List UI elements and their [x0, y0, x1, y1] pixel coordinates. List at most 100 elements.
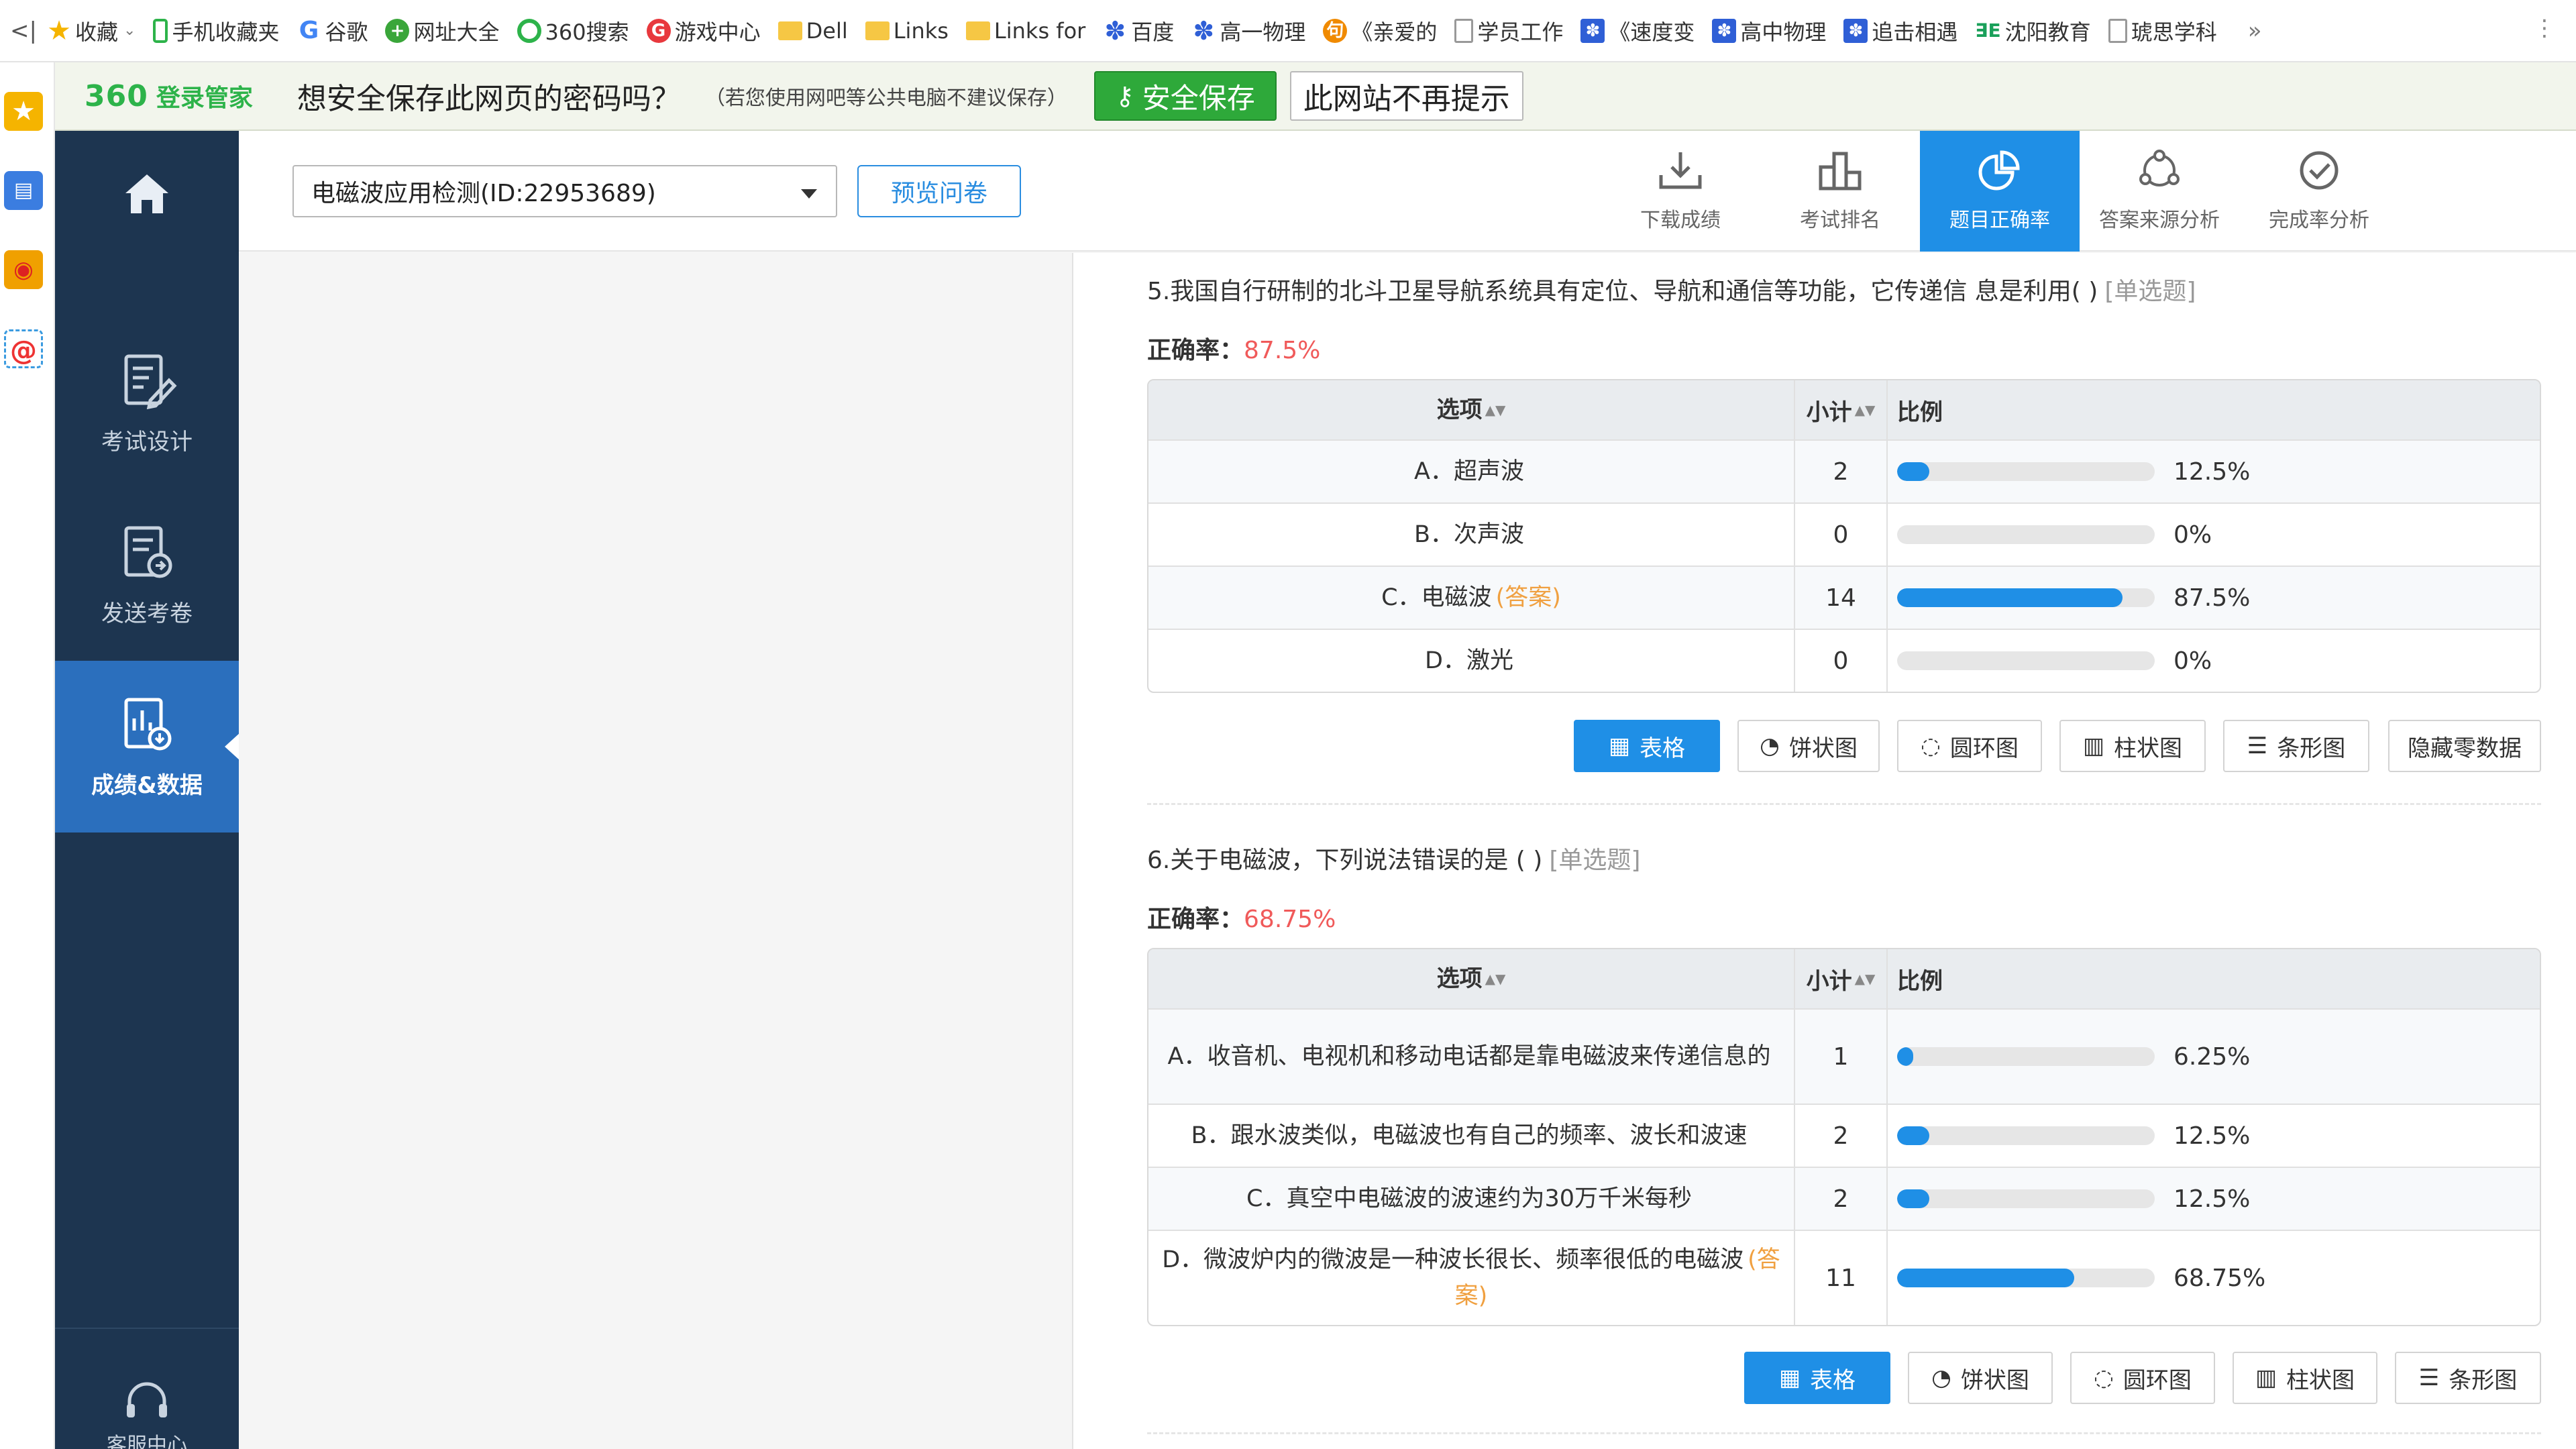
sort-icon: ▲▼	[1854, 402, 1876, 418]
question-divider	[1147, 803, 2541, 805]
table-header: 选项 ▲▼ 小计 ▲▼ 比例	[1148, 380, 2540, 439]
chart-type-buttons: ▦ 表格 ◔ 饼状图 ◌ 圆环图 ▥ 柱状图 ☰ 条形图	[1147, 1352, 2541, 1404]
check-circle-icon	[2300, 151, 2339, 190]
ratio-cell: 0%	[1888, 630, 2540, 692]
bookmark-item[interactable]: 手机收藏夹	[153, 15, 279, 46]
pie-view-button[interactable]: ◔ 饼状图	[1908, 1352, 2053, 1404]
table-icon: ▦	[1608, 733, 1631, 759]
favorites-star-icon[interactable]: ★	[4, 92, 43, 131]
tab-answer-source[interactable]: 答案来源分析	[2080, 131, 2239, 252]
progress-track	[1897, 1189, 2155, 1208]
sort-icon: ▲▼	[1485, 401, 1506, 418]
home-button[interactable]	[55, 131, 239, 257]
home-icon	[125, 174, 168, 213]
bookmark-item[interactable]: 句《亲爱的	[1323, 15, 1437, 46]
hide-zero-button[interactable]: 隐藏零数据	[2388, 720, 2541, 772]
survey-select[interactable]: 电磁波应用检测(ID:22953689)	[292, 165, 837, 217]
mail-icon[interactable]: @	[4, 329, 43, 368]
table-row: D．微波炉内的微波是一种波长很长、频率很低的电磁波 (答案) 11 68.75%	[1148, 1230, 2540, 1325]
more-bookmarks-icon[interactable]: »	[2248, 17, 2262, 44]
safe-save-button[interactable]: ⚷ 安全保存	[1093, 71, 1277, 121]
ratio-cell: 87.5%	[1888, 567, 2540, 629]
ratio-cell: 6.25%	[1888, 1010, 2540, 1104]
save-note: （若您使用网吧等公共电脑不建议保存）	[704, 87, 1067, 110]
option-column-header[interactable]: 选项 ▲▼	[1148, 949, 1795, 1008]
question-table: 选项 ▲▼ 小计 ▲▼ 比例 A．超声波 2 12.5% B．次声波 0 0% C．…	[1147, 379, 2541, 693]
donut-view-button[interactable]: ◌ 圆环图	[1897, 720, 2042, 772]
ratio-column-header: 比例	[1897, 967, 1943, 995]
bookmark-item[interactable]: 琥思学科	[2108, 15, 2217, 46]
bookmark-item[interactable]: ∃E 沈阳教育	[1975, 15, 2090, 46]
bookmark-item[interactable]: ✽ 追击相遇	[1843, 15, 1957, 46]
tab-download-scores[interactable]: 下载成绩	[1601, 131, 1760, 252]
bar-view-button[interactable]: ☰ 条形图	[2395, 1352, 2541, 1404]
headset-icon	[127, 1382, 167, 1417]
sort-icon: ▲▼	[1485, 970, 1506, 987]
table-view-button[interactable]: ▦ 表格	[1574, 720, 1720, 772]
table-row: C．电磁波 (答案) 14 87.5%	[1148, 566, 2540, 629]
question-title: 6.关于电磁波，下列说法错误的是 ( ) [单选题]	[1147, 847, 1641, 874]
bookmark-item[interactable]: ✽ 高一物理	[1191, 15, 1305, 46]
pie-icon: ◔	[1931, 1364, 1951, 1391]
sidebar-item-send-exam[interactable]: 发送考卷	[55, 489, 239, 661]
bar-chart-icon: ☰	[2247, 733, 2268, 759]
bookmark-item[interactable]: 学员工作	[1454, 15, 1563, 46]
ratio-cell: 68.75%	[1888, 1231, 2540, 1325]
edit-doc-icon	[124, 354, 177, 409]
count-cell: 14	[1795, 567, 1888, 629]
column-view-button[interactable]: ▥ 柱状图	[2233, 1352, 2377, 1404]
preview-survey-button[interactable]: 预览问卷	[857, 165, 1021, 217]
weibo-icon[interactable]: ◉	[4, 250, 43, 289]
count-cell: 2	[1795, 441, 1888, 502]
column-view-button[interactable]: ▥ 柱状图	[2059, 720, 2206, 772]
sort-icon: ▲▼	[1854, 971, 1876, 987]
tab-completion-rate[interactable]: 完成率分析	[2239, 131, 2399, 252]
table-icon: ▦	[1778, 1364, 1801, 1391]
column-chart-icon: ▥	[2255, 1364, 2277, 1391]
bookmark-item[interactable]: 360搜索	[517, 15, 629, 46]
bar-view-button[interactable]: ☰ 条形图	[2223, 720, 2369, 772]
bookmark-item[interactable]: ✽ 百度	[1103, 15, 1174, 46]
count-column-header[interactable]: 小计 ▲▼	[1795, 949, 1888, 1008]
bookmark-item[interactable]: Dell	[777, 18, 848, 44]
count-column-header[interactable]: 小计 ▲▼	[1795, 380, 1888, 439]
table-header: 选项 ▲▼ 小计 ▲▼ 比例	[1148, 949, 2540, 1008]
main-content: 5.我国自行研制的北斗卫星导航系统具有定位、导航和通信等功能，它传递信 息是利用…	[239, 253, 2576, 1449]
sidebar-item-scores-data[interactable]: 成绩&数据	[55, 661, 239, 833]
bookmark-item[interactable]: ★ 收藏 ⌄	[47, 15, 136, 46]
bookmarks-bar: <| ★ 收藏 ⌄ 手机收藏夹 G 谷歌 + 网址大全 360搜索 G 游戏中心 Dell…	[0, 0, 2576, 62]
support-center-button[interactable]: 客服中心	[55, 1379, 239, 1449]
bookmark-item[interactable]: G 游戏中心	[646, 15, 761, 46]
option-cell: C．电磁波 (答案)	[1148, 567, 1795, 629]
bookmark-item[interactable]: + 网址大全	[385, 15, 500, 46]
logo-360: 360	[85, 78, 148, 113]
tab-exam-ranking[interactable]: 考试排名	[1760, 131, 1920, 252]
pie-view-button[interactable]: ◔ 饼状图	[1737, 720, 1880, 772]
option-cell: D．微波炉内的微波是一种波长很长、频率很低的电磁波 (答案)	[1148, 1231, 1795, 1325]
window-icon[interactable]: ▤	[4, 171, 43, 210]
table-view-button[interactable]: ▦ 表格	[1744, 1352, 1890, 1404]
baidu-icon: ✽	[1843, 18, 1868, 43]
table-row: B．跟水波类似，电磁波也有自己的频率、波长和波速 2 12.5%	[1148, 1104, 2540, 1167]
ratio-cell: 12.5%	[1888, 1105, 2540, 1167]
option-column-header[interactable]: 选项 ▲▼	[1148, 380, 1795, 439]
option-cell: B．次声波	[1148, 504, 1795, 566]
bookmark-item[interactable]: Links for	[965, 18, 1085, 44]
donut-view-button[interactable]: ◌ 圆环图	[2070, 1352, 2215, 1404]
tab-question-accuracy[interactable]: 题目正确率	[1920, 131, 2080, 252]
sidebar-item-exam-design[interactable]: 考试设计	[55, 317, 239, 489]
never-prompt-button[interactable]: 此网站不再提示	[1289, 71, 1523, 121]
send-doc-icon	[124, 526, 172, 578]
folder-icon	[865, 21, 890, 40]
bookmark-item[interactable]: G 谷歌	[297, 15, 368, 46]
sidebar-toggle-icon[interactable]: <|	[0, 17, 47, 44]
donut-icon: ◌	[2094, 1364, 2114, 1391]
count-cell: 1	[1795, 1010, 1888, 1104]
bookmark-item[interactable]: ✽ 《速度变	[1580, 15, 1695, 46]
menu-dots-icon[interactable]: ⋮	[2533, 15, 2556, 42]
bookmark-item[interactable]: Links	[865, 18, 949, 44]
baidu-icon: ✽	[1193, 15, 1215, 46]
count-cell: 0	[1795, 504, 1888, 566]
bookmark-item[interactable]: ✽ 高中物理	[1712, 15, 1826, 46]
progress-track	[1897, 588, 2155, 607]
